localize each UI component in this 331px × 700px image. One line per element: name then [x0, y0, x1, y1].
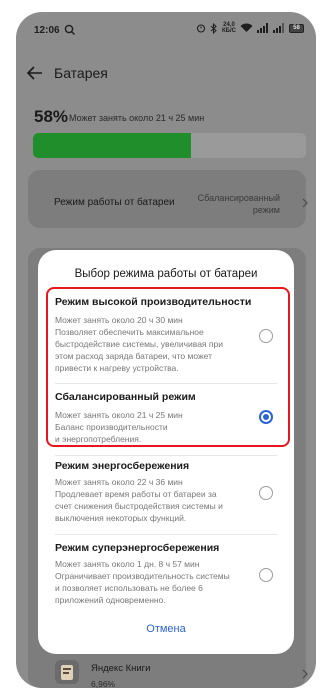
- red-highlight-frame: [46, 287, 290, 447]
- battery-mode-value: Сбалансированный режим: [197, 193, 280, 215]
- option-super-power-saving[interactable]: Режим суперэнергосбережения Может занять…: [38, 542, 294, 610]
- page-title: Батарея: [54, 65, 108, 81]
- dialog-title: Выбор режима работы от батареи: [74, 268, 258, 280]
- back-arrow-icon[interactable]: [26, 64, 44, 82]
- cancel-button[interactable]: Отмена: [38, 623, 294, 635]
- yandex-books-app-icon: [55, 660, 79, 684]
- chevron-right-icon-2: [302, 669, 308, 679]
- network-speed: 24,0 КБ/С: [222, 22, 236, 34]
- signal-icon: [257, 23, 268, 33]
- option-description: Может занять около 1 дн. 8 ч 57 мин Огра…: [55, 559, 230, 605]
- network-speed-unit: КБ/С: [222, 28, 236, 34]
- option-divider: [55, 534, 277, 535]
- app-row-name: Яндекс Книги: [91, 663, 151, 674]
- battery-mode-label: Режим работы от батареи: [54, 197, 175, 208]
- option-title: Режим энергосбережения: [55, 460, 190, 472]
- header: Батарея: [16, 60, 316, 88]
- battery-percent: 58%: [34, 107, 69, 126]
- status-time: 12:06: [34, 25, 60, 36]
- app-row-percent: 6,96%: [91, 679, 116, 688]
- status-bar: 12:06 24,0 КБ/С 58: [16, 12, 316, 52]
- option-title: Режим суперэнергосбережения: [55, 542, 220, 554]
- battery-icon: 58: [289, 23, 304, 33]
- bluetooth-icon: [210, 22, 217, 34]
- option-divider: [55, 455, 277, 456]
- battery-level-fill: [33, 133, 192, 158]
- search-icon: [64, 24, 75, 35]
- status-icons: 24,0 КБ/С 58: [196, 22, 304, 34]
- option-power-saving[interactable]: Режим энергосбережения Может занять окол…: [38, 460, 294, 528]
- chevron-right-icon: [302, 198, 308, 208]
- alarm-icon: [196, 24, 206, 33]
- battery-level-bar: [33, 133, 306, 158]
- wifi-icon: [240, 23, 253, 32]
- option-description: Может занять около 22 ч 36 мин Продлевае…: [55, 477, 223, 523]
- signal-icon-2: [273, 23, 284, 33]
- battery-estimate: Может занять около 21 ч 25 мин: [69, 113, 205, 123]
- screenshot-frame: 12:06 24,0 КБ/С 58 Батарея 58% Может зан…: [0, 0, 331, 700]
- option-radio[interactable]: [259, 568, 273, 582]
- option-radio[interactable]: [259, 486, 273, 500]
